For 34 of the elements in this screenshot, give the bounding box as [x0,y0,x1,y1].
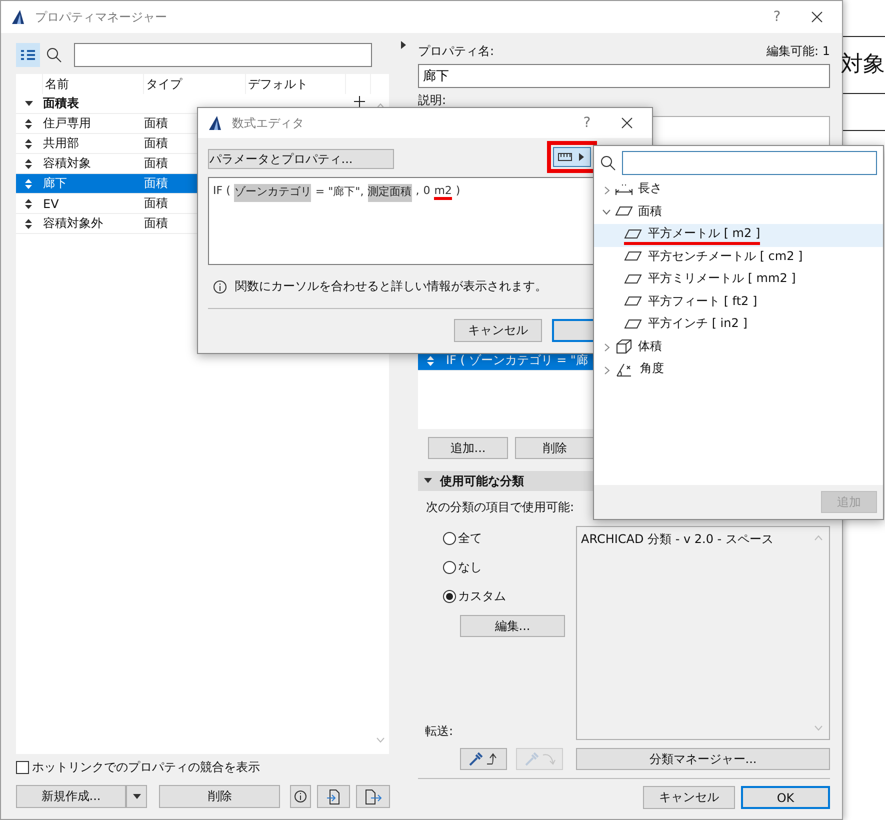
formula-text: 0 [423,184,430,199]
radio-label: なし [458,559,482,576]
property-type: 面積 [144,195,168,212]
checkbox-label: ホットリンクでのプロパティの競合を表示 [32,759,260,776]
column-header: デフォルト [246,74,345,94]
column-header: タイプ [144,74,245,94]
dialog-title: 数式エディタ [232,114,305,132]
property-name: 共用部 [43,135,79,152]
expression-text: IF ( ゾーンカテゴリ = "廊 [446,352,588,369]
formula-text: m2 [434,184,452,200]
editable-count: 編集可能: 1 [766,43,830,60]
field-label: プロパティ名: [418,43,494,60]
property-type: 面積 [144,155,168,172]
formula-text: , [416,184,420,199]
radio-label: 全て [458,530,482,547]
property-type: 面積 [144,135,168,152]
property-name: 容積対象外 [43,215,103,232]
field-label: 転送: [425,723,454,740]
field-label: 次の分類の項目で使用可能: [426,499,574,516]
property-type: 面積 [144,175,168,192]
field-label: 説明: [418,93,446,107]
document-text: 対象 [841,51,885,79]
group-name: 面積表 [43,95,79,112]
radio-label: カスタム [458,588,506,605]
property-type: 面積 [144,115,168,132]
property-name: 住戸専用 [43,115,91,132]
property-type: 面積 [144,215,168,232]
property-name: 容積対象 [43,155,91,172]
formula-text: ) [456,184,460,199]
property-name: 廊下 [43,175,67,192]
column-header: 名前 [43,74,143,94]
info-text: 関数にカーソルを合わせると詳しい情報が表示されます。 [235,278,547,295]
property-name: EV [43,196,59,210]
window-title: プロパティマネージャー [35,8,168,26]
